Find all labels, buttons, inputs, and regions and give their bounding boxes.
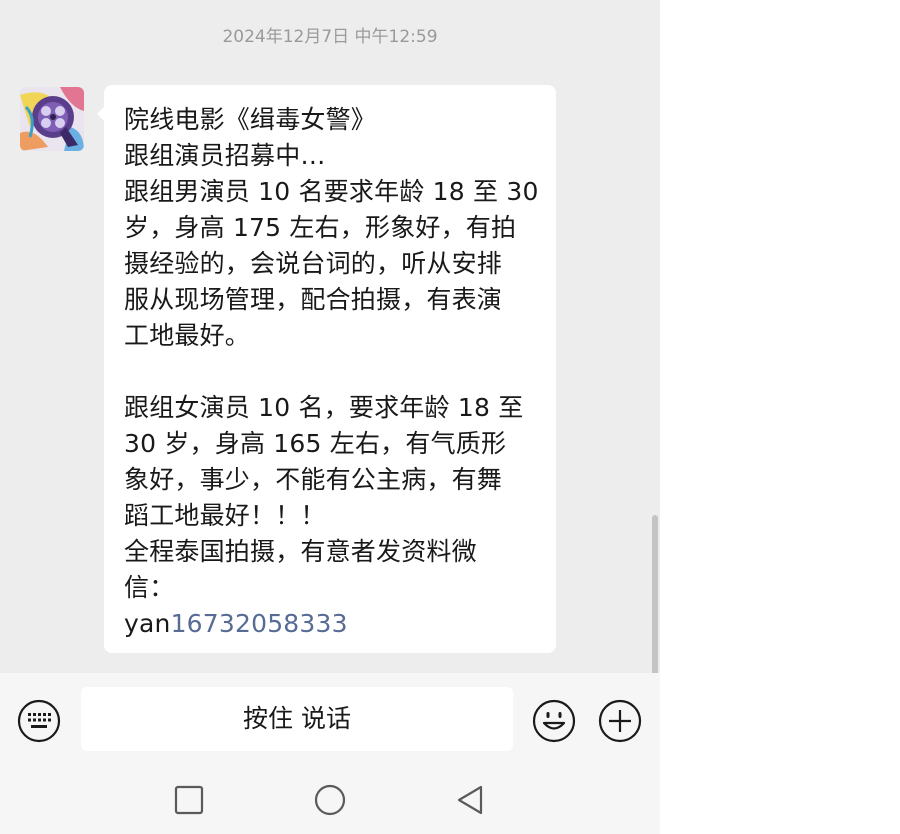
message-line: 全程泰国拍摄，有意者发资料微 bbox=[124, 537, 477, 566]
system-navigation-bar bbox=[0, 763, 660, 834]
message-line: 岁，身高 175 左右，形象好，有拍 bbox=[124, 213, 517, 242]
message-timestamp: 2024年12月7日 中午12:59 bbox=[222, 27, 438, 47]
wechat-id-prefix: yan bbox=[124, 609, 171, 638]
recent-apps-icon bbox=[174, 785, 204, 815]
message-line: 信： bbox=[124, 573, 175, 602]
message-line: 跟组女演员 10 名，要求年龄 18 至 bbox=[124, 393, 524, 422]
message-last-line: yan16732058333 bbox=[124, 606, 542, 642]
message-bubble[interactable]: 院线电影《缉毒女警》 跟组演员招募中… 跟组男演员 10 名要求年龄 18 至 … bbox=[97, 85, 556, 653]
keyboard-toggle-button[interactable] bbox=[17, 699, 61, 743]
message-line: 30 岁，身高 165 左右，有气质形 bbox=[124, 429, 507, 458]
phone-number-link[interactable]: 16732058333 bbox=[171, 609, 348, 638]
avatar[interactable] bbox=[20, 87, 84, 151]
back-icon bbox=[457, 785, 483, 815]
home-icon bbox=[314, 784, 346, 816]
chat-screen: 2024年12月7日 中午12:59 院线电影《缉毒女警》 跟组演员招募中… 跟… bbox=[0, 0, 660, 834]
message-line: 摄经验的，会说台词的，听从安排 bbox=[124, 249, 503, 278]
message-line: 工地最好。 bbox=[124, 321, 251, 350]
home-button[interactable] bbox=[313, 783, 347, 817]
message-line: 象好，事少，不能有公主病，有舞 bbox=[124, 465, 503, 494]
plus-icon bbox=[598, 699, 642, 743]
scrollbar[interactable] bbox=[652, 515, 658, 675]
hold-to-talk-button[interactable]: 按住 说话 bbox=[81, 687, 513, 751]
message-line: 服从现场管理，配合拍摄，有表演 bbox=[124, 285, 503, 314]
back-button[interactable] bbox=[453, 783, 487, 817]
emoji-button[interactable] bbox=[532, 699, 576, 743]
keyboard-icon bbox=[17, 699, 61, 743]
more-actions-button[interactable] bbox=[598, 699, 642, 743]
message-line: 跟组男演员 10 名要求年龄 18 至 30 bbox=[124, 177, 539, 206]
message-line: 院线电影《缉毒女警》 bbox=[124, 105, 377, 134]
message-line: 跟组演员招募中… bbox=[124, 141, 326, 170]
recent-apps-button[interactable] bbox=[172, 783, 206, 817]
emoji-icon bbox=[532, 699, 576, 743]
message-line: 蹈工地最好！！！ bbox=[124, 501, 326, 530]
input-bar: 按住 说话 bbox=[0, 673, 660, 763]
